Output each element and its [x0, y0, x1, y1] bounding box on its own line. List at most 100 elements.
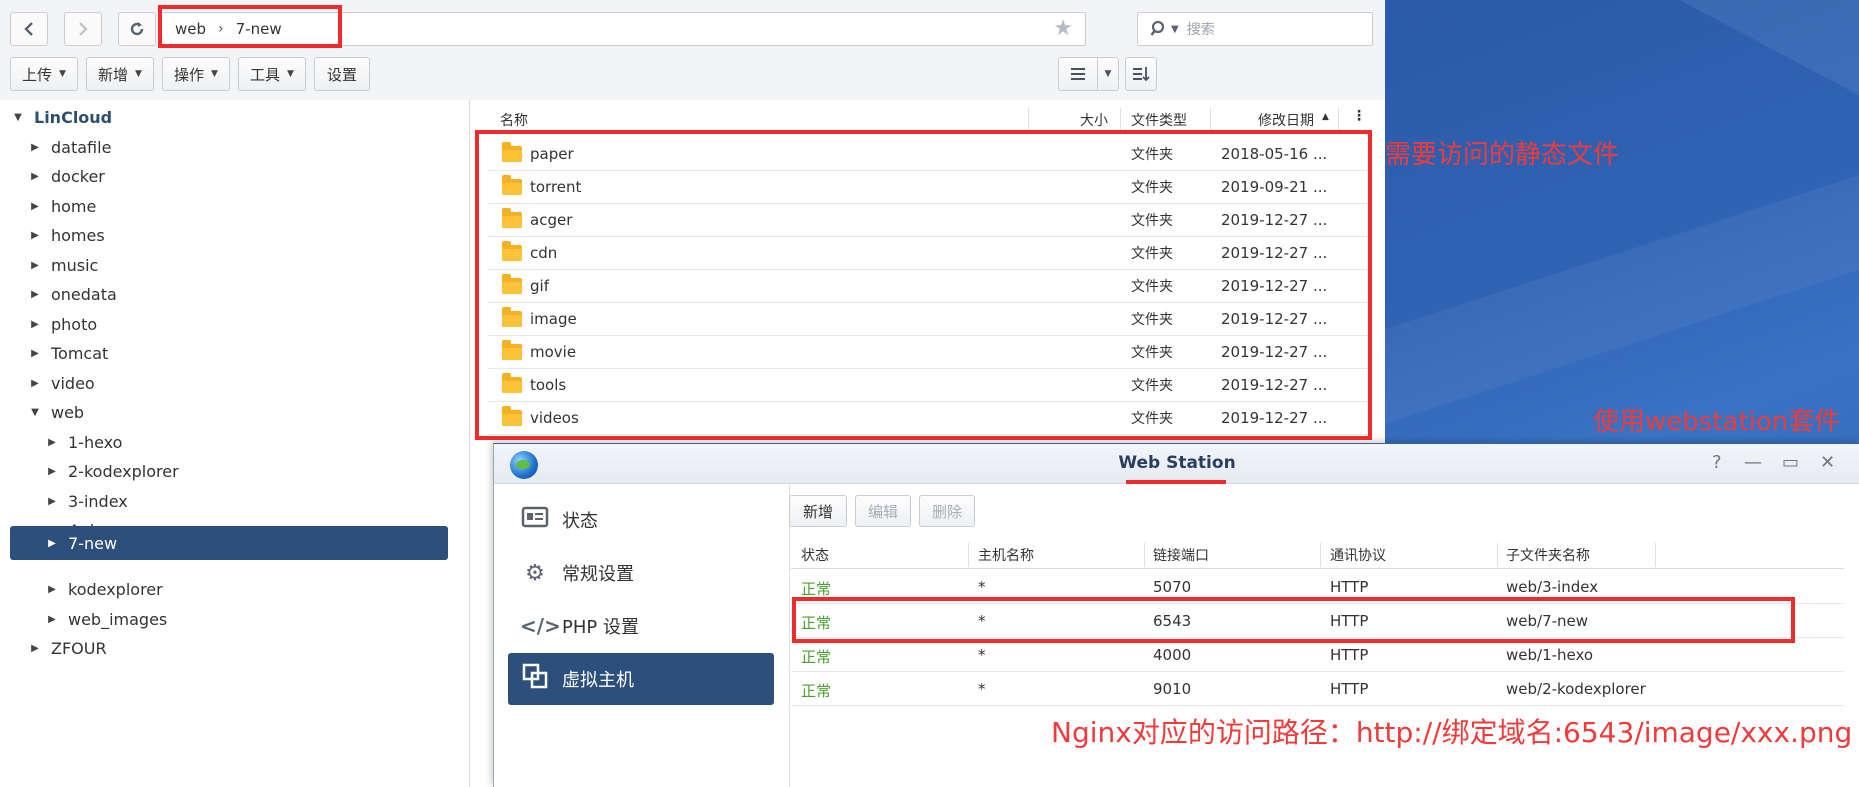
file-row[interactable]: movie 文件夹 2019-12-27 ...	[488, 336, 1373, 369]
tools-button[interactable]: 工具 ▼	[238, 57, 306, 91]
sidebar-item-virtual-host[interactable]: 虚拟主机	[508, 653, 774, 705]
create-button[interactable]: 新增 ▼	[86, 57, 154, 91]
column-divider[interactable]	[1028, 108, 1029, 130]
tree-item-kodexplorer[interactable]: ▶ kodexplorer	[44, 572, 163, 606]
column-status[interactable]: 状态	[801, 545, 829, 565]
virtual-host-icon	[520, 663, 550, 695]
file-row[interactable]: acger 文件夹 2019-12-27 ...	[488, 204, 1373, 237]
caret-right-icon[interactable]: ▶	[44, 614, 60, 625]
caret-right-icon[interactable]: ▶	[27, 319, 43, 330]
caret-right-icon[interactable]: ▶	[44, 437, 60, 448]
caret-right-icon[interactable]: ▶	[27, 260, 43, 271]
back-button[interactable]	[10, 12, 48, 46]
column-menu-icon[interactable]: ⋮	[1352, 108, 1366, 124]
file-row[interactable]: tools 文件夹 2019-12-27 ...	[488, 369, 1373, 402]
column-divider[interactable]	[1497, 543, 1498, 567]
caret-right-icon[interactable]: ▶	[27, 171, 43, 182]
folder-icon	[502, 274, 522, 294]
search-input[interactable]: ▼ 搜索	[1137, 12, 1373, 46]
column-modified[interactable]: 修改日期	[1258, 110, 1314, 130]
sidebar-item-status[interactable]: 状态	[508, 494, 774, 546]
chevron-down-icon[interactable]: ▼	[1171, 24, 1179, 35]
path-bar[interactable]: web › 7-new ★	[158, 12, 1086, 46]
sort-button[interactable]	[1125, 57, 1157, 91]
caret-right-icon[interactable]: ▶	[27, 643, 43, 654]
caret-right-icon[interactable]: ▶	[27, 348, 43, 359]
column-subfolder[interactable]: 子文件夹名称	[1506, 545, 1590, 565]
settings-button[interactable]: 设置	[314, 57, 370, 91]
vh-create-button[interactable]: 新增	[789, 495, 847, 527]
folder-icon	[502, 241, 522, 261]
caret-down-icon[interactable]: ▼	[27, 407, 43, 418]
list-view-button[interactable]	[1058, 57, 1098, 91]
file-type: 文件夹	[1131, 411, 1173, 427]
column-divider[interactable]	[1144, 543, 1145, 567]
folder-icon	[502, 175, 522, 195]
column-divider[interactable]	[1120, 108, 1121, 130]
vh-table-row[interactable]: 正常 * 6543 HTTP web/7-new	[791, 604, 1844, 638]
close-icon[interactable]: ✕	[1820, 452, 1835, 473]
column-divider[interactable]	[968, 543, 969, 567]
column-port[interactable]: 链接端口	[1153, 545, 1209, 565]
tree-root[interactable]: ▼ LinCloud	[10, 100, 112, 134]
caret-right-icon[interactable]: ▶	[44, 496, 60, 507]
tree-item-2-kodexplorer[interactable]: ▶ 2-kodexplorer	[44, 454, 179, 488]
file-row[interactable]: paper 文件夹 2018-05-16 ...	[488, 138, 1373, 171]
caret-right-icon[interactable]: ▶	[44, 466, 60, 477]
caret-right-icon[interactable]: ▶	[27, 378, 43, 389]
tree-item-zfour[interactable]: ▶ ZFOUR	[27, 631, 106, 665]
column-protocol[interactable]: 通讯协议	[1330, 545, 1386, 565]
refresh-button[interactable]	[118, 12, 156, 46]
file-row[interactable]: cdn 文件夹 2019-12-27 ...	[488, 237, 1373, 270]
minimize-icon[interactable]: —	[1744, 452, 1762, 473]
tree-item-onedata[interactable]: ▶ onedata	[27, 277, 117, 311]
sidebar-item-php-settings[interactable]: </> PHP 设置	[508, 600, 774, 652]
tree-item-homes[interactable]: ▶ homes	[27, 218, 105, 252]
breadcrumb-web[interactable]: web	[175, 20, 206, 38]
column-divider[interactable]	[1210, 108, 1211, 130]
caret-right-icon[interactable]: ▶	[44, 538, 60, 549]
caret-down-icon[interactable]: ▼	[10, 112, 26, 123]
tree-item-label: photo	[51, 314, 98, 334]
column-name[interactable]: 名称	[500, 110, 528, 130]
file-row[interactable]: torrent 文件夹 2019-09-21 ...	[488, 171, 1373, 204]
tree-item-web[interactable]: ▼ web	[27, 395, 84, 429]
file-row[interactable]: image 文件夹 2019-12-27 ...	[488, 303, 1373, 336]
caret-right-icon[interactable]: ▶	[27, 289, 43, 300]
sidebar-label: PHP 设置	[562, 617, 639, 638]
column-hostname[interactable]: 主机名称	[978, 545, 1034, 565]
tree-item-7-new[interactable]: ▶ 7-new	[10, 526, 448, 560]
sidebar-item-general-settings[interactable]: ⚙ 常规设置	[508, 547, 774, 599]
view-dropdown-button[interactable]: ▼	[1097, 57, 1119, 91]
column-divider[interactable]	[1320, 543, 1321, 567]
file-row[interactable]: gif 文件夹 2019-12-27 ...	[488, 270, 1373, 303]
forward-button[interactable]	[64, 12, 102, 46]
maximize-icon[interactable]: ▭	[1782, 452, 1799, 473]
file-type: 文件夹	[1131, 378, 1173, 394]
column-divider[interactable]	[1655, 543, 1656, 567]
caret-right-icon[interactable]: ▶	[27, 142, 43, 153]
tree-item-docker[interactable]: ▶ docker	[27, 159, 105, 193]
vh-table-row[interactable]: 正常 * 9010 HTTP web/2-kodexplorer	[791, 672, 1844, 706]
caret-right-icon[interactable]: ▶	[44, 584, 60, 595]
breadcrumb-7-new[interactable]: 7-new	[236, 20, 282, 38]
column-size[interactable]: 大小	[1080, 110, 1108, 130]
column-divider[interactable]	[1338, 108, 1339, 130]
file-name: tools	[530, 376, 567, 394]
help-icon[interactable]: ?	[1712, 452, 1722, 473]
vh-table-row[interactable]: 正常 * 5070 HTTP web/3-index	[791, 570, 1844, 604]
column-type[interactable]: 文件类型	[1131, 110, 1187, 130]
web-station-titlebar[interactable]: Web Station ? — ▭ ✕	[494, 444, 1859, 484]
tree-item-tomcat[interactable]: ▶ Tomcat	[27, 336, 108, 370]
caret-right-icon[interactable]: ▶	[27, 201, 43, 212]
file-row[interactable]: videos 文件夹 2019-12-27 ...	[488, 402, 1373, 435]
vh-table-row[interactable]: 正常 * 4000 HTTP web/1-hexo	[791, 638, 1844, 672]
folder-icon	[502, 406, 522, 426]
vh-edit-button[interactable]: 编辑	[855, 495, 911, 527]
star-icon[interactable]: ★	[1053, 16, 1073, 41]
caret-right-icon[interactable]: ▶	[27, 230, 43, 241]
upload-button[interactable]: 上传 ▼	[10, 57, 78, 91]
action-button[interactable]: 操作 ▼	[162, 57, 230, 91]
vh-delete-button[interactable]: 删除	[919, 495, 975, 527]
sidebar-label: 常规设置	[562, 564, 634, 585]
